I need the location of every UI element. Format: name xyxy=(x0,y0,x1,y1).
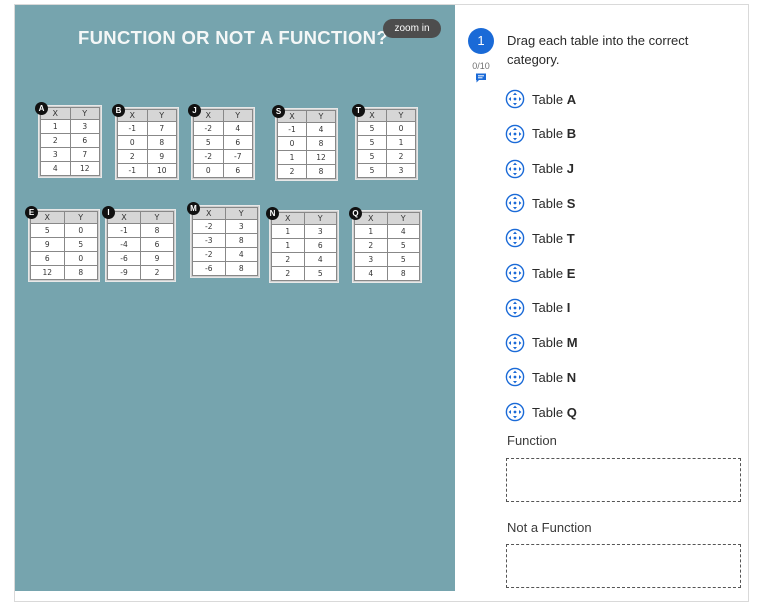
draggable-table-q[interactable]: Table Q xyxy=(505,401,577,423)
draggable-table-s[interactable]: Table S xyxy=(505,192,575,214)
draggable-table-m[interactable]: Table M xyxy=(505,332,578,354)
draggable-table-t[interactable]: Table T xyxy=(505,227,575,249)
drag-move-icon xyxy=(505,298,525,318)
table-card-q: Q XY 14 25 35 48 xyxy=(349,207,421,282)
comment-icon[interactable] xyxy=(475,73,487,83)
zoom-in-button[interactable]: zoom in xyxy=(383,19,441,38)
drop-zone-function[interactable] xyxy=(506,458,741,502)
draggable-label: Table A xyxy=(532,91,577,107)
draggable-label: Table N xyxy=(532,369,577,385)
value-table: XY -2 4 56 -2 -7 06 xyxy=(193,109,253,178)
table-card-m: M XY -2 3 -3 8 -2 4 -6 8 xyxy=(187,202,259,277)
drag-move-icon xyxy=(505,228,525,248)
draggable-table-b[interactable]: Table B xyxy=(505,123,576,145)
drag-move-icon xyxy=(505,368,525,387)
table-card-j: J XY -2 4 56 -2 -7 06 xyxy=(188,104,254,179)
value-table: XY 13 16 24 25 xyxy=(271,212,337,281)
drag-move-icon xyxy=(505,194,525,213)
table-card-b: B XY -1 7 08 29 -1 10 xyxy=(112,104,178,179)
table-card-a: A XY 13 26 37 4 12 xyxy=(35,102,101,177)
table-badge: A xyxy=(35,102,48,115)
drop-zone-not-a-function[interactable] xyxy=(506,544,741,588)
value-table: XY 14 25 35 48 xyxy=(354,212,420,281)
draggable-table-i[interactable]: Table I xyxy=(505,297,570,319)
question-number-badge: 1 xyxy=(468,28,494,54)
drag-move-icon xyxy=(505,402,525,422)
table-badge: N xyxy=(266,207,279,220)
draggable-label: Table S xyxy=(532,195,576,211)
draggable-label: Table B xyxy=(532,126,577,142)
draggable-label: Table E xyxy=(532,265,576,281)
question-prompt: Drag each table into the correct categor… xyxy=(507,33,689,67)
drag-move-icon xyxy=(505,89,525,109)
drag-move-icon xyxy=(505,159,525,178)
draggable-label: Table Q xyxy=(532,404,577,420)
table-badge: I xyxy=(102,206,115,219)
draggable-label: Table I xyxy=(532,300,571,316)
value-table: XY 50 51 52 53 xyxy=(357,109,416,178)
category-label-not-a-function: Not a Function xyxy=(507,520,592,535)
draggable-label: Table J xyxy=(532,161,574,177)
draggable-table-j[interactable]: Table J xyxy=(505,158,574,180)
table-badge: Q xyxy=(349,207,362,220)
question-score: 0/10 xyxy=(472,61,490,71)
drag-move-icon xyxy=(505,124,525,144)
draggable-table-e[interactable]: Table E xyxy=(505,262,575,284)
table-badge: J xyxy=(188,104,201,117)
value-table: XY -1 8 -4 6 -6 9 -9 2 xyxy=(107,211,174,280)
table-card-n: N XY 13 16 24 25 xyxy=(266,207,338,282)
table-card-s: S XY -1 4 08 1 12 28 xyxy=(272,105,337,180)
table-card-i: I XY -1 8 -4 6 -6 9 -9 2 xyxy=(102,206,175,281)
value-table: XY -2 3 -3 8 -2 4 -6 8 xyxy=(192,207,258,276)
value-table: XY 13 26 37 4 12 xyxy=(40,107,100,176)
table-card-t: T XY 50 51 52 53 xyxy=(352,104,417,179)
table-badge: T xyxy=(352,104,365,117)
draggable-table-a[interactable]: Table A xyxy=(505,88,576,110)
draggable-table-n[interactable]: Table N xyxy=(505,366,576,388)
draggable-label: Table T xyxy=(532,230,575,246)
table-card-e: E XY 50 95 60 12 8 xyxy=(25,206,99,281)
table-badge: S xyxy=(272,105,285,118)
question-image: FUNCTION OR NOT A FUNCTION? zoom in A XY… xyxy=(15,5,455,591)
value-table: XY 50 95 60 12 8 xyxy=(30,211,98,280)
drag-move-icon xyxy=(505,263,525,283)
draggable-label: Table M xyxy=(532,335,578,351)
value-table: XY -1 4 08 1 12 28 xyxy=(277,110,336,179)
value-table: XY -1 7 08 29 -1 10 xyxy=(117,109,177,178)
table-badge: M xyxy=(187,202,200,215)
table-badge: E xyxy=(25,206,38,219)
category-label-function: Function xyxy=(507,433,557,448)
drag-move-icon xyxy=(505,333,525,352)
table-badge: B xyxy=(112,104,125,117)
